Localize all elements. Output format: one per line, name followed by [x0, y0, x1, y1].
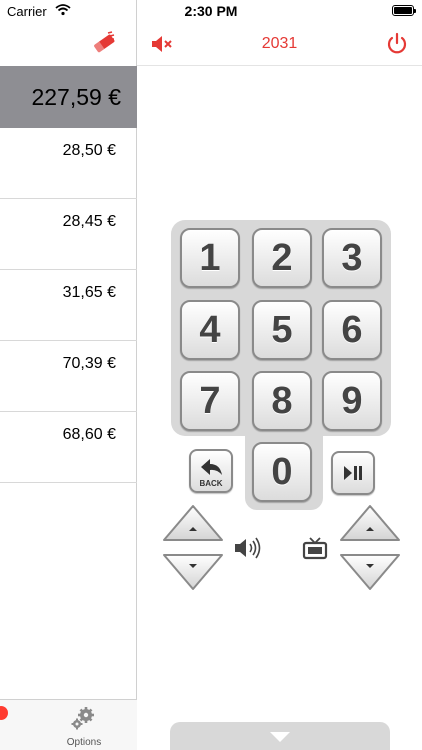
- list-item-amount: 28,50 €: [62, 142, 116, 159]
- volume-down-button[interactable]: [160, 551, 226, 593]
- play-pause-icon: [344, 466, 362, 480]
- key-9[interactable]: 9: [322, 371, 382, 431]
- list-item-amount: 70,39 €: [62, 355, 116, 372]
- notification-badge: [0, 706, 8, 720]
- app-screen: 227,59 € 28,50 € 28,45 € 31,65 € 70,39 €…: [0, 0, 422, 750]
- left-tab-bar: Options: [0, 699, 137, 750]
- amount-list: 28,50 € 28,45 € 31,65 € 70,39 € 68,60 €: [0, 128, 137, 483]
- channel-up-button[interactable]: [337, 502, 403, 544]
- remote-eraser-icon[interactable]: [91, 30, 117, 56]
- gear-icon: [71, 707, 94, 730]
- key-0[interactable]: 0: [252, 442, 312, 502]
- tab-options[interactable]: Options: [56, 705, 112, 748]
- key-6[interactable]: 6: [322, 300, 382, 360]
- power-icon[interactable]: [384, 31, 410, 57]
- list-item[interactable]: 28,50 €: [0, 128, 137, 199]
- key-8[interactable]: 8: [252, 371, 312, 431]
- list-item-amount: 31,65 €: [62, 284, 116, 301]
- tv-icon: [302, 537, 328, 560]
- list-item-amount: 68,60 €: [62, 426, 116, 443]
- left-panel: 227,59 € 28,50 € 28,45 € 31,65 € 70,39 €…: [0, 0, 137, 750]
- back-button-label: BACK: [199, 479, 223, 488]
- list-item[interactable]: 31,65 €: [0, 270, 137, 341]
- channel-down-button[interactable]: [337, 551, 403, 593]
- total-panel: 227,59 €: [0, 66, 137, 128]
- key-7[interactable]: 7: [180, 371, 240, 431]
- list-item[interactable]: 70,39 €: [0, 341, 137, 412]
- list-item[interactable]: 28,45 €: [0, 199, 137, 270]
- back-button[interactable]: BACK: [189, 449, 233, 493]
- remote-header: 2031: [137, 22, 422, 66]
- key-2[interactable]: 2: [252, 228, 312, 288]
- list-item[interactable]: 68,60 €: [0, 412, 137, 483]
- right-panel: 2031 Carrier 2:30 PM 1 2 3 4 5 6 7 8 9 0…: [7, 0, 422, 750]
- play-pause-button[interactable]: [331, 451, 375, 495]
- status-time: 2:30 PM: [184, 3, 238, 19]
- key-3[interactable]: 3: [322, 228, 382, 288]
- key-4[interactable]: 4: [180, 300, 240, 360]
- battery-icon: [392, 5, 416, 16]
- remote-title: 2031: [261, 35, 298, 52]
- key-5[interactable]: 5: [252, 300, 312, 360]
- left-header: [0, 22, 137, 66]
- status-bar: Carrier 2:30 PM: [0, 0, 422, 22]
- key-1[interactable]: 1: [180, 228, 240, 288]
- total-value: 227,59 €: [31, 84, 121, 110]
- volume-up-button[interactable]: [160, 502, 226, 544]
- list-item-amount: 28,45 €: [62, 213, 116, 230]
- drawer-toggle-button[interactable]: [170, 722, 390, 750]
- speaker-icon: [235, 537, 261, 559]
- chevron-down-icon: [270, 732, 290, 742]
- tab-options-label: Options: [66, 737, 102, 748]
